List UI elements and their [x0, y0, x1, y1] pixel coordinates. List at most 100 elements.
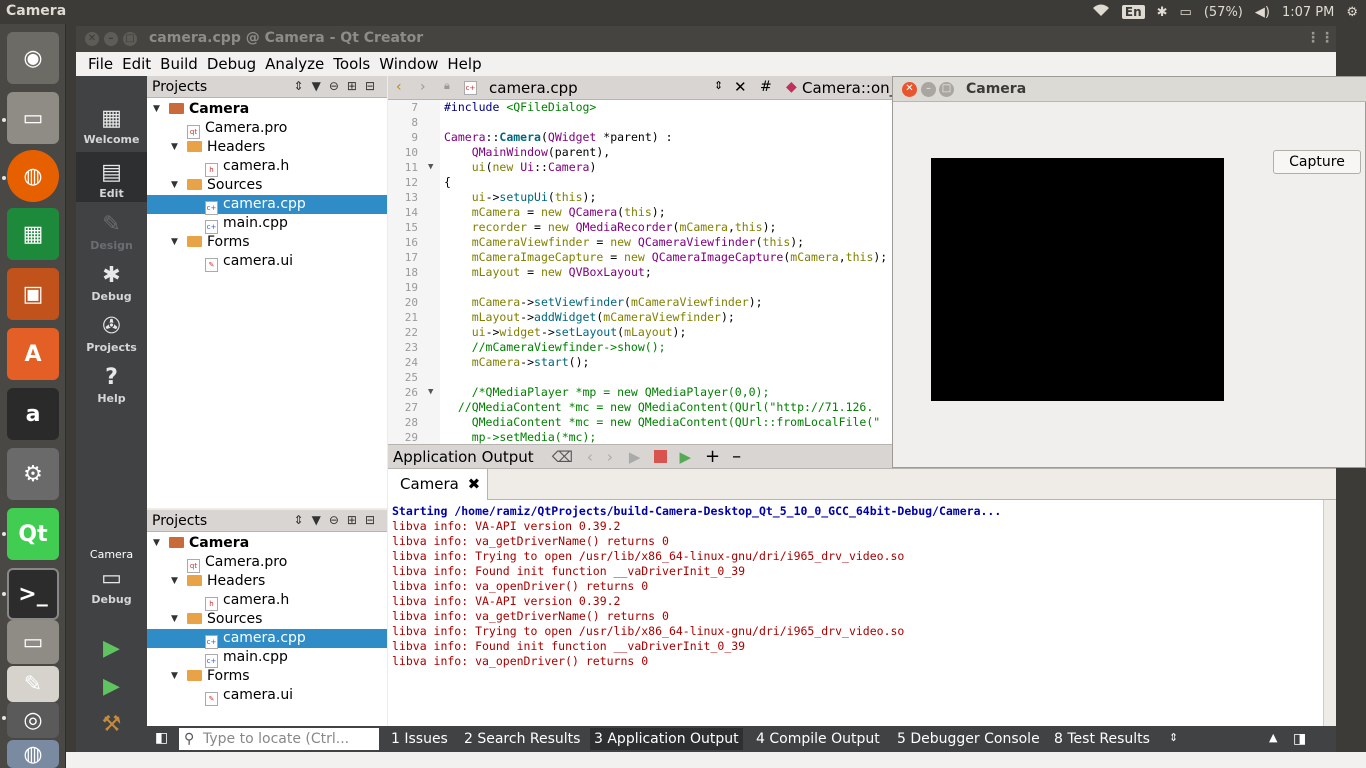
battery-icon[interactable]: ▭	[1180, 5, 1192, 20]
camera-app-icon[interactable]: ◎	[7, 702, 59, 738]
minimize-icon[interactable]: –	[104, 32, 118, 46]
amazon-icon[interactable]: a	[7, 388, 59, 440]
pane-tab-compile-output[interactable]: 4 Compile Output	[756, 731, 880, 747]
system-settings-icon[interactable]: ⚙	[7, 448, 59, 500]
maximize-icon[interactable]: □	[939, 82, 954, 97]
projects-title-2[interactable]: Projects	[152, 513, 207, 529]
minimize-icon[interactable]: –	[921, 82, 936, 97]
keyboard-layout-indicator[interactable]: En	[1121, 5, 1145, 19]
tree-item-forms[interactable]: ▼ Forms	[147, 233, 387, 252]
file-manager-icon-2[interactable]: ▭	[7, 620, 59, 664]
output-scrollbar[interactable]	[1323, 500, 1336, 726]
text-editor-icon[interactable]: ✎	[7, 666, 59, 702]
pane-tab-issues[interactable]: 1 Issues	[391, 731, 448, 747]
libreoffice-calc-icon[interactable]: ▦	[7, 208, 59, 260]
mode-debug[interactable]: ✱ Debug	[76, 263, 147, 303]
volume-icon[interactable]: ◀)	[1255, 5, 1270, 20]
tree-item-sources[interactable]: ▼ Sources	[147, 610, 387, 629]
collapse-icon[interactable]: ▼	[171, 176, 181, 195]
tree-item-camera[interactable]: ▼ Camera	[147, 534, 387, 553]
pane-tab-test-results[interactable]: 8 Test Results	[1054, 731, 1150, 747]
close-document-icon[interactable]: ✕	[734, 78, 747, 96]
tree-item-pro[interactable]: qt Camera.pro	[147, 553, 387, 573]
menu-tools[interactable]: Tools	[333, 55, 370, 73]
clear-icon[interactable]: ⌫	[552, 448, 573, 466]
capture-button[interactable]: Capture	[1273, 150, 1361, 174]
symbol-selector[interactable]: Camera::on_c	[802, 79, 905, 97]
fold-arrow-icon[interactable]: ▼	[428, 387, 433, 397]
tree-item-main-cpp[interactable]: c+ main.cpp	[147, 214, 387, 234]
tree-item-camera-cpp[interactable]: c+ camera.cpp	[147, 629, 387, 649]
trash-icon[interactable]: ◍	[7, 740, 59, 768]
debug-run-button[interactable]: ▶	[76, 674, 147, 699]
tree-item-pro[interactable]: qt Camera.pro	[147, 119, 387, 139]
tree-item-headers[interactable]: ▼ Headers	[147, 572, 387, 591]
mode-help[interactable]: ? Help	[76, 365, 147, 405]
menu-build[interactable]: Build	[160, 55, 198, 73]
attach-debugger-icon[interactable]: ▶	[679, 448, 691, 466]
toggle-output-icon[interactable]: ◨	[1293, 731, 1306, 747]
hash-label[interactable]: #	[760, 79, 772, 95]
menu-debug[interactable]: Debug	[207, 55, 256, 73]
collapse-icon[interactable]: ▼	[171, 572, 181, 591]
gear-icon[interactable]: ⚙	[1346, 5, 1358, 20]
tree-item-camera-ui[interactable]: ✎ camera.ui	[147, 686, 387, 706]
collapse-icon[interactable]: ▼	[153, 534, 163, 553]
tree-item-camera-cpp[interactable]: c+ camera.cpp	[147, 195, 387, 215]
ubuntu-dash-icon[interactable]: ◉	[7, 32, 59, 84]
tree-item-main-cpp[interactable]: c+ main.cpp	[147, 648, 387, 668]
fold-arrow-icon[interactable]: ▼	[428, 162, 433, 172]
file-manager-icon[interactable]: ▭	[7, 92, 59, 144]
forward-arrow-icon[interactable]: ›	[420, 79, 426, 95]
pane-tool-icons[interactable]: ⇕▼⊖⊞⊟	[294, 513, 383, 527]
tree-item-camera[interactable]: ▼ Camera	[147, 100, 387, 119]
menu-analyze[interactable]: Analyze	[265, 55, 324, 73]
code-editor[interactable]: 7 8 9 10 11 12 13 14 15 16 17 18 19 20 21 22 23 24 25 26 27 2…	[388, 100, 892, 444]
mode-welcome[interactable]: ▦ Welcome	[76, 106, 147, 146]
toggle-sidebar-icon[interactable]: ◧	[155, 730, 168, 746]
build-hammer-icon[interactable]: ⚒	[76, 712, 147, 737]
maximize-pane-icon[interactable]: ▲	[1269, 731, 1277, 744]
wifi-icon[interactable]	[1092, 3, 1110, 21]
tree-item-headers[interactable]: ▼ Headers	[147, 138, 387, 157]
bluetooth-icon[interactable]: ✱	[1157, 5, 1168, 20]
menu-file[interactable]: File	[88, 55, 113, 73]
battery-percent[interactable]: (57%)	[1204, 5, 1243, 20]
document-dropdown-icon[interactable]: ⇕	[714, 79, 723, 92]
libreoffice-impress-icon[interactable]: ▣	[7, 268, 59, 320]
close-icon[interactable]: ✕	[902, 82, 917, 97]
collapse-icon[interactable]: ▼	[153, 100, 163, 119]
pane-tab-application-output[interactable]: 3 Application Output	[590, 728, 743, 750]
collapse-icon[interactable]: ▼	[171, 138, 181, 157]
maximize-icon[interactable]: □	[123, 32, 137, 46]
more-panes-icon[interactable]: ⇕	[1169, 731, 1178, 744]
kit-selector[interactable]: ▭ Debug	[76, 566, 147, 606]
pane-tab-search-results[interactable]: 2 Search Results	[464, 731, 580, 747]
mode-projects[interactable]: ✇ Projects	[76, 314, 147, 354]
tree-item-sources[interactable]: ▼ Sources	[147, 176, 387, 195]
next-icon[interactable]: ›	[607, 448, 613, 466]
tree-item-camera-h[interactable]: h camera.h	[147, 157, 387, 177]
zoom-out-icon[interactable]: –	[732, 446, 741, 467]
back-arrow-icon[interactable]: ‹	[396, 79, 402, 95]
output-tab-camera[interactable]: Camera ✖	[388, 469, 488, 500]
software-center-icon[interactable]: A	[7, 328, 59, 380]
qt-creator-icon[interactable]: Qt	[7, 508, 59, 560]
close-icon[interactable]: ✕	[85, 32, 99, 46]
pane-tab-debugger-console[interactable]: 5 Debugger Console	[897, 731, 1040, 747]
menu-window[interactable]: Window	[379, 55, 438, 73]
collapse-icon[interactable]: ▼	[171, 610, 181, 629]
lock-icon[interactable]: 🔒︎	[444, 79, 450, 93]
rerun-icon[interactable]: ▶	[629, 448, 641, 466]
menu-edit[interactable]: Edit	[122, 55, 151, 73]
zoom-in-icon[interactable]: +	[705, 446, 720, 467]
stop-icon[interactable]	[654, 450, 668, 463]
tree-item-camera-ui[interactable]: ✎ camera.ui	[147, 252, 387, 272]
terminal-icon[interactable]: >_	[7, 568, 59, 620]
collapse-icon[interactable]: ▼	[171, 233, 181, 252]
pane-tool-icons[interactable]: ⇕▼⊖⊞⊟	[294, 79, 383, 93]
application-output[interactable]: Starting /home/ramiz/QtProjects/build-Ca…	[388, 500, 1323, 726]
mode-design[interactable]: ✎ Design	[76, 212, 147, 252]
clock[interactable]: 1:07 PM	[1282, 5, 1334, 20]
locator-input[interactable]: ⚲ Type to locate (Ctrl...	[179, 728, 379, 750]
